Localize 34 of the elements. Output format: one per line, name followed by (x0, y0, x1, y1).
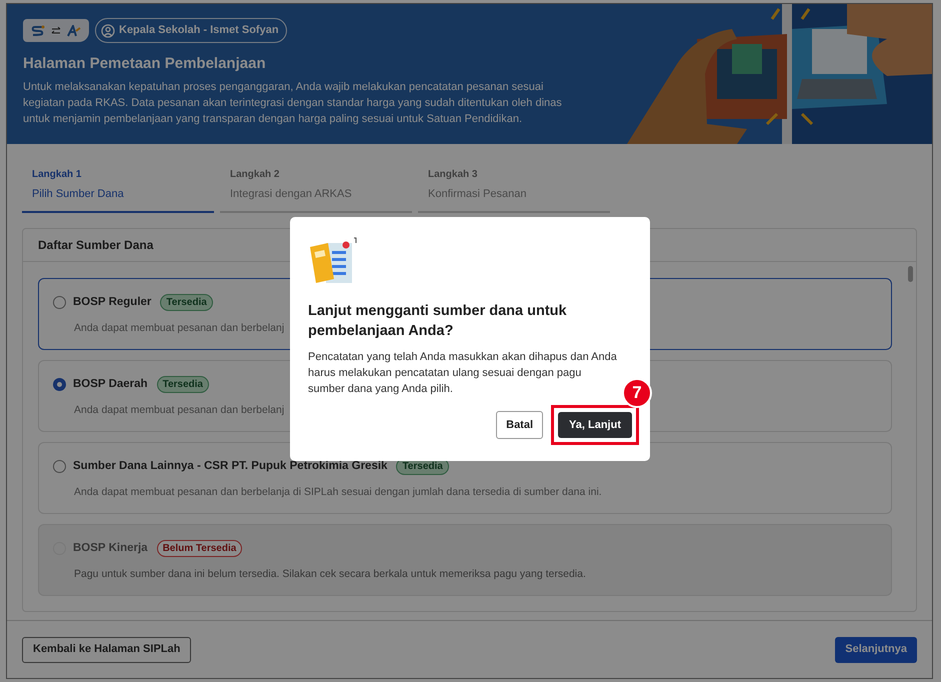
card-title: Daftar Sumber Dana (38, 236, 154, 254)
scrollbar[interactable] (908, 266, 913, 282)
logo-icon (31, 24, 45, 36)
swap-icon (51, 26, 61, 34)
status-badge: Tersedia (160, 294, 213, 311)
option-description: Pagu untuk sumber dana ini belum tersedia. Silakan cek secara berkala untuk memeriksa pagu yang tersedia. (74, 566, 586, 582)
option-name: BOSP Kinerja (73, 540, 148, 556)
page-title: Halaman Pemetaan Pembelanjaan (23, 54, 267, 74)
next-button[interactable]: Selanjutnya (835, 636, 917, 662)
app-switch-logo[interactable] (23, 19, 89, 42)
option-name: BOSP Daerah (73, 376, 148, 392)
option-name: Sumber Dana Lainnya - CSR PT. Pupuk Petrokimia Gresik (73, 458, 388, 474)
cancel-button[interactable]: Batal (496, 410, 544, 439)
logo-icon (67, 24, 81, 36)
option-description: Anda dapat membuat pesanan dan berbelanj (74, 320, 284, 336)
option-name: BOSP Reguler (73, 294, 152, 310)
step-tab[interactable]: Langkah 3 Konfirmasi Pesanan (418, 167, 610, 212)
radio-button[interactable] (53, 296, 66, 309)
status-badge: Tersedia (156, 376, 209, 393)
step-number-badge: 7 (622, 378, 652, 408)
dialog-message: Pencatatan yang telah Anda masukkan akan dihapus dan Anda harus melakukan pencatatan ulang sesuai dengan pagu sumber dana yang Anda pilih. (308, 350, 618, 397)
dialog-title: Lanjut mengganti sumber dana untuk pembelanjaan Anda? (308, 302, 568, 341)
option-description: Anda dapat membuat pesanan dan berbelanja di SIPLah sesuai dengan jumlah dana tersedia di sumber dana ini. (74, 484, 602, 500)
option-description: Anda dapat membuat pesanan dan berbelanj (74, 402, 284, 418)
step-tab[interactable]: Langkah 2 Integrasi dengan ARKAS (220, 167, 412, 212)
radio-button[interactable] (53, 378, 66, 391)
back-button[interactable]: Kembali ke Halaman SIPLah (22, 636, 192, 662)
role-label: Kepala Sekolah - Ismet Sofyan (119, 23, 280, 38)
page-description: Untuk melaksanakan kepatuhan proses penganggaran, Anda wajib melakukan pencatatan pesanan sesuai kegiatan pada RKAS. Data pesanan akan terintegrasi dengan standar harga yang sudah ditentukan oleh dinas untuk menjamin pembelanjaan yang transparan dengan harga paling sesuai untuk Satuan Pendidikan. (23, 80, 563, 126)
radio-button[interactable] (53, 460, 66, 473)
status-badge: Belum Tersedia (156, 540, 242, 557)
user-icon (101, 24, 115, 38)
confirm-button[interactable]: Ya, Lanjut (558, 412, 632, 438)
step-tab[interactable]: Langkah 1 Pilih Sumber Dana (22, 167, 214, 212)
